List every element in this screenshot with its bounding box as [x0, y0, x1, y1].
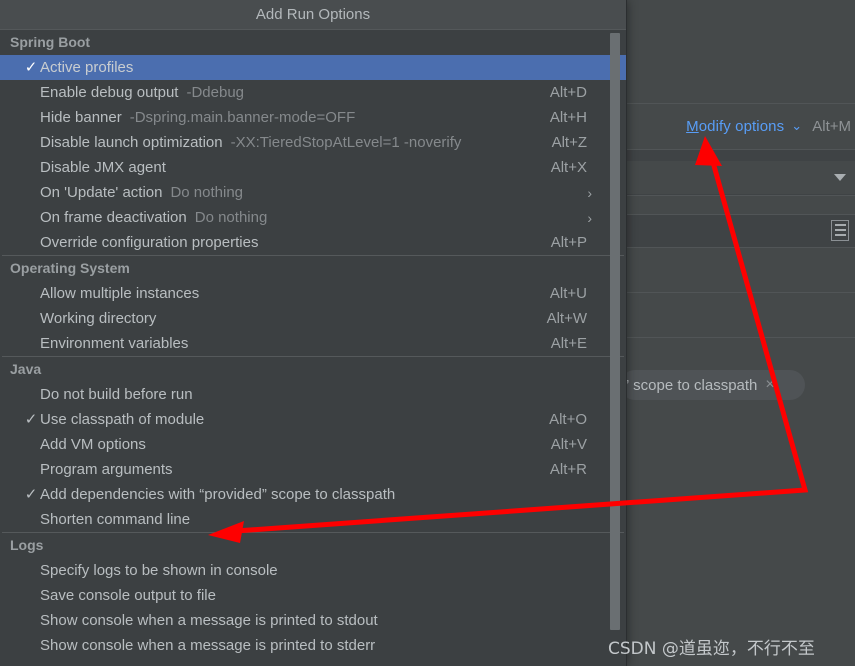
menu-item-shortcut: Alt+E [550, 335, 587, 352]
menu-item-label: Environment variables [40, 335, 189, 352]
menu-item[interactable]: Program arguments Alt+R [0, 457, 626, 482]
menu-item[interactable]: Working directory Alt+W [0, 306, 626, 331]
menu-item-label: Shorten command line [40, 511, 191, 528]
menu-item[interactable]: Do not build before run [0, 382, 626, 407]
chevron-down-icon: ⌄ [791, 118, 803, 133]
menu-group-header: Operating System [10, 260, 130, 276]
menu-item-label: Show console when a message is printed t… [40, 612, 378, 629]
menu-item[interactable]: Hide banner -Dspring.main.banner-mode=OFF… [0, 105, 626, 130]
panel-divider [627, 247, 855, 248]
menu-item-label: Override configuration properties [40, 234, 259, 251]
checkmark-icon: ✓ [24, 486, 38, 503]
menu-item-shortcut: Alt+H [549, 109, 587, 126]
menu-scrollbar[interactable] [610, 30, 623, 665]
menu-item-shortcut: Alt+O [549, 411, 587, 428]
menu-groups: Spring Boot ✓ Active profiles Enable debug … [0, 30, 626, 658]
chevron-right-icon: › [587, 209, 592, 226]
menu-item-shortcut: Alt+D [549, 84, 587, 101]
menu-item-hint: -XX:TieredStopAtLevel=1 -noverify [230, 134, 462, 151]
module-combo-box[interactable] [627, 161, 855, 194]
panel-thin-row [627, 196, 855, 214]
chevron-right-icon: › [587, 184, 592, 201]
menu-item[interactable]: Disable JMX agent Alt+X [0, 155, 626, 180]
menu-item[interactable]: Show console when a message is printed t… [0, 608, 626, 633]
modify-options-row: Modify options ⌄ Alt+M [627, 104, 855, 149]
menu-item-shortcut: Alt+U [549, 285, 587, 302]
menu-item-label: Specify logs to be shown in console [40, 562, 278, 579]
menu-item-label: Save console output to file [40, 587, 216, 604]
menu-group-header: Spring Boot [10, 34, 91, 50]
menu-item[interactable]: ✓ Use classpath of module Alt+O [0, 407, 626, 432]
menu-group-header: Logs [10, 537, 44, 553]
popup-menu-body: Spring Boot ✓ Active profiles Enable debug … [0, 30, 626, 665]
menu-item-label: Disable JMX agent [40, 159, 166, 176]
menu-item[interactable]: Override configuration properties Alt+P [0, 230, 626, 255]
menu-item[interactable]: Specify logs to be shown in console [0, 558, 626, 583]
menu-item-label: Working directory [40, 310, 157, 327]
menu-item[interactable]: Allow multiple instances Alt+U [0, 281, 626, 306]
menu-item-label: Use classpath of module [40, 411, 205, 428]
menu-item[interactable]: Shorten command line [0, 507, 626, 532]
menu-item-label: Program arguments [40, 461, 173, 478]
screenshot-root: Modify options ⌄ Alt+M ” scope to classpa… [0, 0, 855, 666]
add-run-options-popup: Add Run Options Spring Boot ✓ Active profi… [0, 0, 627, 666]
menu-item-label: Add VM options [40, 436, 146, 453]
menu-item-label: Do not build before run [40, 386, 193, 403]
menu-item-hint: Do nothing [194, 209, 268, 226]
modify-options-mnemonic: M [686, 118, 699, 135]
expand-editor-icon[interactable] [831, 220, 849, 241]
menu-item-hint: -Ddebug [186, 84, 245, 101]
menu-item[interactable]: Add VM options Alt+V [0, 432, 626, 457]
menu-item[interactable]: ✓ Add dependencies with “provided” scope … [0, 482, 626, 507]
field-with-expand-row [627, 216, 855, 246]
classpath-scope-chip-label: ” scope to classpath [624, 376, 758, 394]
checkmark-icon: ✓ [24, 59, 38, 76]
menu-item[interactable]: Show console when a message is printed t… [0, 633, 626, 658]
menu-item[interactable]: Enable debug output -Ddebug Alt+D [0, 80, 626, 105]
checkmark-icon: ✓ [24, 411, 38, 428]
menu-item[interactable]: Environment variables Alt+E [0, 331, 626, 356]
menu-item-label: Allow multiple instances [40, 285, 200, 302]
modify-options-label: odify options [698, 118, 785, 135]
menu-item-shortcut: Alt+P [550, 234, 587, 251]
menu-item[interactable]: Disable launch optimization -XX:TieredSto… [0, 130, 626, 155]
panel-divider [627, 337, 855, 338]
menu-item-label: Enable debug output [40, 84, 179, 101]
menu-item-hint: Do nothing [170, 184, 244, 201]
menu-item[interactable]: On 'Update' action Do nothing › [0, 180, 626, 205]
menu-item[interactable]: On frame deactivation Do nothing › [0, 205, 626, 230]
menu-item-shortcut: Alt+R [549, 461, 587, 478]
modify-options-shortcut: Alt+M [812, 118, 851, 135]
menu-item-label: Active profiles [40, 59, 134, 76]
csdn-watermark: CSDN @道虽迩，不行不至 [608, 639, 815, 659]
menu-item-shortcut: Alt+Z [551, 134, 587, 151]
menu-item-label: Hide banner [40, 109, 122, 126]
menu-item-hint: -Dspring.main.banner-mode=OFF [129, 109, 356, 126]
panel-divider [627, 292, 855, 293]
close-icon[interactable]: × [765, 377, 774, 393]
menu-item[interactable]: Save console output to file [0, 583, 626, 608]
menu-group-header: Java [10, 361, 42, 377]
menu-item[interactable]: ✓ Active profiles [0, 55, 626, 80]
popup-title: Add Run Options [0, 0, 626, 30]
menu-item-label: On 'Update' action [40, 184, 163, 201]
menu-item-shortcut: Alt+V [550, 436, 587, 453]
classpath-scope-chip[interactable]: ” scope to classpath × [620, 370, 805, 400]
menu-item-shortcut: Alt+W [546, 310, 587, 327]
menu-item-shortcut: Alt+X [550, 159, 587, 176]
modify-options-link[interactable]: Modify options ⌄ [686, 118, 802, 135]
menu-item-label: Disable launch optimization [40, 134, 223, 151]
menu-item-label: Add dependencies with “provided” scope t… [40, 486, 396, 503]
menu-item-label: Show console when a message is printed t… [40, 637, 376, 654]
menu-scrollbar-thumb[interactable] [610, 33, 620, 630]
dropdown-arrow-icon [834, 174, 846, 181]
menu-item-label: On frame deactivation [40, 209, 187, 226]
